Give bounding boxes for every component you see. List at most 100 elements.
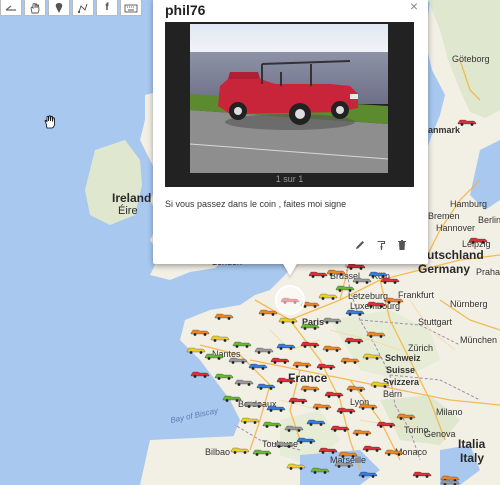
- draw-line-button[interactable]: [72, 0, 94, 16]
- car-marker[interactable]: [300, 300, 320, 308]
- map-label-italy: Italy: [460, 451, 485, 465]
- car-marker[interactable]: [288, 396, 308, 404]
- car-marker[interactable]: [190, 328, 210, 336]
- car-marker[interactable]: [240, 416, 260, 424]
- car-marker[interactable]: [186, 346, 206, 354]
- car-marker[interactable]: [214, 372, 234, 380]
- car-marker[interactable]: [270, 356, 290, 364]
- map-label-goteborg: Göteborg: [452, 54, 490, 64]
- close-icon[interactable]: ×: [410, 0, 418, 14]
- photo-viewer[interactable]: 1 sur 1: [165, 22, 414, 187]
- car-marker[interactable]: [222, 394, 242, 402]
- map-label-hannover: Hannover: [436, 223, 476, 233]
- map-label-genova: Genova: [424, 429, 456, 439]
- back-arrow-button[interactable]: [0, 0, 22, 16]
- car-marker[interactable]: [254, 346, 274, 354]
- car-marker[interactable]: [358, 402, 378, 410]
- car-marker[interactable]: [190, 370, 210, 378]
- map-label-bremen: Bremen: [428, 211, 460, 221]
- car-marker[interactable]: [266, 404, 286, 412]
- car-marker[interactable]: [280, 296, 300, 304]
- car-marker[interactable]: [318, 446, 338, 454]
- car-marker[interactable]: [306, 418, 326, 426]
- car-marker[interactable]: [344, 336, 364, 344]
- car-marker[interactable]: [300, 322, 320, 330]
- car-marker[interactable]: [345, 308, 365, 316]
- edit-pencil-icon: [356, 241, 364, 249]
- car-marker[interactable]: [276, 342, 296, 350]
- pan-hand-button[interactable]: [24, 0, 46, 16]
- add-marker-button[interactable]: [48, 0, 70, 16]
- car-marker[interactable]: [396, 412, 416, 420]
- map-label-ireland: Ireland: [112, 191, 152, 205]
- car-marker[interactable]: [334, 460, 354, 468]
- hand-cursor-icon: [44, 115, 55, 129]
- car-marker[interactable]: [234, 378, 254, 386]
- car-marker[interactable]: [276, 376, 296, 384]
- car-marker[interactable]: [210, 334, 230, 342]
- car-marker[interactable]: [312, 402, 332, 410]
- car-marker[interactable]: [278, 316, 298, 324]
- car-marker[interactable]: [457, 118, 477, 126]
- car-marker[interactable]: [380, 276, 400, 284]
- car-marker[interactable]: [322, 316, 342, 324]
- car-marker[interactable]: [228, 356, 248, 364]
- car-marker[interactable]: [252, 448, 272, 456]
- car-marker[interactable]: [296, 436, 316, 444]
- car-marker[interactable]: [340, 356, 360, 364]
- car-marker[interactable]: [256, 382, 276, 390]
- edit-button[interactable]: [353, 238, 367, 252]
- car-marker[interactable]: [384, 296, 404, 304]
- car-marker[interactable]: [322, 344, 342, 352]
- keyboard-button[interactable]: [120, 0, 142, 16]
- car-marker[interactable]: [352, 428, 372, 436]
- car-marker[interactable]: [335, 284, 355, 292]
- car-marker[interactable]: [230, 446, 250, 454]
- car-marker[interactable]: [338, 450, 358, 458]
- facebook-button[interactable]: f: [96, 0, 118, 16]
- car-marker[interactable]: [366, 330, 386, 338]
- car-marker[interactable]: [258, 308, 278, 316]
- car-marker[interactable]: [204, 352, 224, 360]
- car-marker[interactable]: [324, 390, 344, 398]
- car-marker[interactable]: [286, 462, 306, 470]
- car-marker[interactable]: [326, 268, 346, 276]
- car-marker[interactable]: [336, 406, 356, 414]
- delete-button[interactable]: [395, 238, 409, 252]
- car-marker[interactable]: [358, 470, 378, 478]
- car-marker[interactable]: [440, 478, 460, 485]
- car-marker[interactable]: [300, 340, 320, 348]
- car-marker[interactable]: [310, 466, 330, 474]
- car-marker[interactable]: [362, 352, 382, 360]
- car-marker[interactable]: [284, 424, 304, 432]
- car-marker[interactable]: [330, 424, 350, 432]
- car-marker[interactable]: [384, 448, 404, 456]
- map-label-germany: Germany: [418, 262, 471, 276]
- map-label-deutschland: utschland: [427, 248, 484, 262]
- car-marker[interactable]: [214, 312, 234, 320]
- hand-pan-icon: [30, 2, 40, 13]
- car-marker[interactable]: [468, 236, 488, 244]
- map-label-munchen: München: [460, 335, 498, 345]
- car-marker[interactable]: [248, 362, 268, 370]
- car-marker[interactable]: [316, 362, 336, 370]
- car-marker[interactable]: [300, 384, 320, 392]
- popup-description: Si vous passez dans le coin , faites moi…: [165, 199, 347, 209]
- car-marker[interactable]: [308, 270, 328, 278]
- car-marker[interactable]: [412, 470, 432, 478]
- car-marker[interactable]: [244, 400, 264, 408]
- map-label-stuttgart: Stuttgart: [418, 317, 453, 327]
- marker-icon: [55, 2, 63, 13]
- car-marker[interactable]: [318, 292, 338, 300]
- car-marker[interactable]: [262, 420, 282, 428]
- car-marker[interactable]: [292, 360, 312, 368]
- car-marker[interactable]: [232, 340, 252, 348]
- car-marker[interactable]: [366, 300, 386, 308]
- car-marker[interactable]: [362, 444, 382, 452]
- car-marker[interactable]: [274, 440, 294, 448]
- car-marker[interactable]: [346, 384, 366, 392]
- car-marker[interactable]: [376, 420, 396, 428]
- car-marker[interactable]: [370, 380, 390, 388]
- style-button[interactable]: [375, 238, 389, 252]
- map-label-zurich: Zürich: [408, 343, 434, 353]
